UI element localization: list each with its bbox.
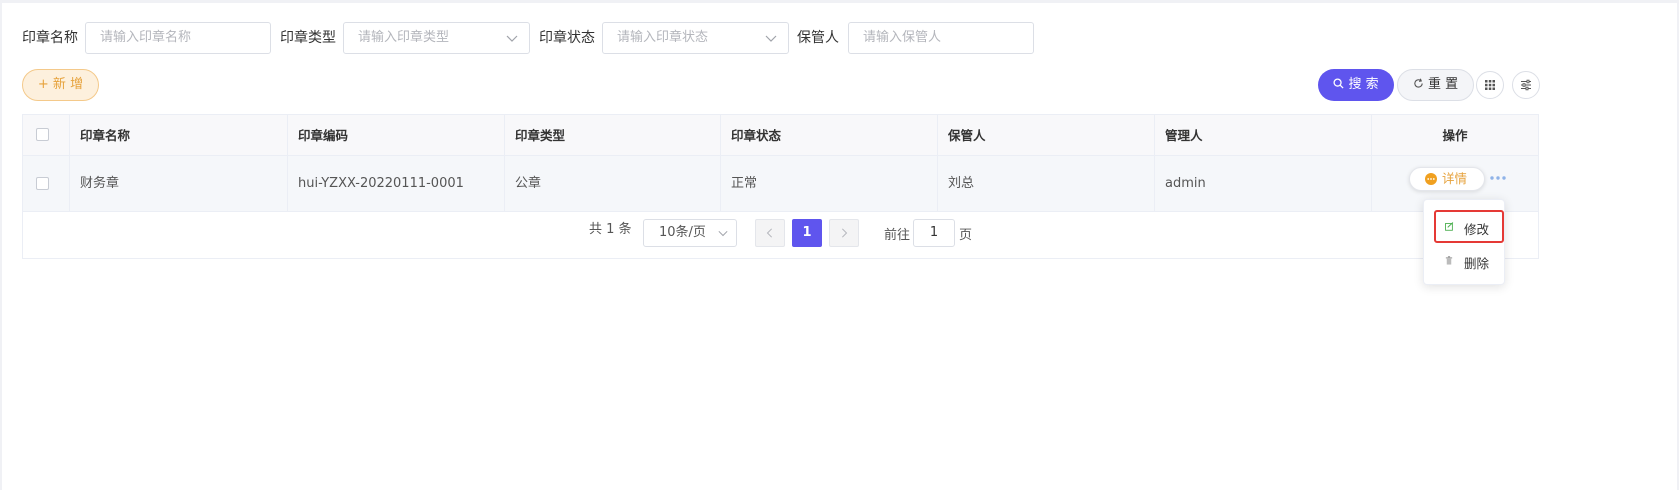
add-button[interactable]: + 新 增 — [22, 69, 99, 101]
table-row: 财务章 hui-YZXX-20220111-0001 公章 正常 刘总 admi… — [23, 156, 1538, 212]
seal-type-select[interactable]: 请输入印章类型 — [343, 22, 530, 54]
edit-icon — [1445, 222, 1454, 231]
search-button[interactable]: 搜 索 — [1318, 69, 1394, 101]
goto-prefix: 前往 — [884, 228, 911, 243]
page-container: 印章名称 请输入印章名称 印章类型 请输入印章类型 印章状态 请输入印章状态 保… — [2, 3, 1677, 490]
cell-manager: admin — [1155, 156, 1372, 211]
reset-button[interactable]: 重 置 — [1397, 69, 1474, 101]
menu-item-delete-label: 删除 — [1464, 256, 1490, 271]
sliders-icon — [1521, 79, 1531, 91]
select-all-checkbox[interactable] — [36, 128, 49, 141]
goto-suffix: 页 — [959, 228, 973, 243]
header-manager: 管理人 — [1155, 115, 1372, 155]
cell-seal-status: 正常 — [721, 156, 938, 211]
cell-seal-code: hui-YZXX-20220111-0001 — [288, 156, 505, 211]
header-keeper: 保管人 — [938, 115, 1155, 155]
seal-table: 印章名称 印章编码 印章类型 印章状态 保管人 管理人 操作 财务章 hui-Y… — [22, 114, 1539, 259]
seal-status-placeholder: 请输入印章状态 — [617, 30, 709, 45]
detail-button-label: 详情 — [1442, 171, 1468, 186]
chevron-right-icon — [841, 228, 848, 238]
ellipsis-icon — [1490, 176, 1506, 180]
cell-keeper: 刘总 — [938, 156, 1155, 211]
header-seal-code: 印章编码 — [288, 115, 505, 155]
filter-settings-button[interactable] — [1512, 71, 1540, 99]
filter-label-seal-name: 印章名称 — [22, 30, 78, 46]
goto-page-input[interactable]: 1 — [913, 219, 955, 247]
action-dropdown-menu: 修改 删除 — [1423, 199, 1505, 285]
more-actions-button[interactable] — [1489, 171, 1507, 185]
row-checkbox[interactable] — [36, 177, 49, 190]
search-button-label: 搜 索 — [1348, 77, 1379, 92]
grid-icon — [1485, 80, 1495, 90]
chevron-down-icon — [765, 35, 777, 42]
chevron-left-icon — [766, 228, 773, 238]
header-seal-status: 印章状态 — [721, 115, 938, 155]
trash-icon — [1445, 256, 1453, 265]
refresh-icon — [1414, 78, 1423, 88]
column-toggle-button[interactable] — [1476, 71, 1504, 99]
filter-label-keeper: 保管人 — [797, 30, 839, 46]
header-seal-type: 印章类型 — [505, 115, 721, 155]
table-header: 印章名称 印章编码 印章类型 印章状态 保管人 管理人 操作 — [23, 115, 1538, 156]
detail-button[interactable]: 详情 — [1409, 167, 1485, 191]
search-icon — [1333, 78, 1344, 89]
row-select-cell — [23, 156, 70, 211]
menu-item-edit-label: 修改 — [1464, 222, 1490, 237]
menu-item-delete[interactable]: 删除 — [1434, 246, 1504, 276]
pagination-total: 共 1 条 — [589, 222, 632, 237]
next-page-button[interactable] — [829, 219, 859, 247]
page-size-value: 10条/页 — [659, 225, 706, 240]
chevron-down-icon — [506, 35, 518, 42]
filter-label-seal-type: 印章类型 — [280, 30, 336, 46]
header-select-cell — [23, 115, 70, 155]
filter-label-seal-status: 印章状态 — [539, 30, 595, 46]
header-seal-name: 印章名称 — [70, 115, 288, 155]
seal-status-select[interactable]: 请输入印章状态 — [602, 22, 789, 54]
menu-item-edit[interactable]: 修改 — [1434, 210, 1504, 243]
cell-seal-name: 财务章 — [70, 156, 288, 211]
chevron-down-icon — [718, 230, 728, 237]
cell-seal-type: 公章 — [505, 156, 721, 211]
seal-name-input[interactable]: 请输入印章名称 — [85, 22, 271, 54]
more-circle-icon — [1425, 173, 1437, 185]
reset-button-label: 重 置 — [1428, 77, 1459, 92]
page-size-select[interactable]: 10条/页 — [643, 219, 737, 247]
page-number-current[interactable]: 1 — [792, 219, 822, 247]
header-actions: 操作 — [1442, 128, 1468, 143]
seal-type-placeholder: 请输入印章类型 — [358, 30, 450, 45]
prev-page-button[interactable] — [755, 219, 785, 247]
keeper-input[interactable]: 请输入保管人 — [848, 22, 1034, 54]
